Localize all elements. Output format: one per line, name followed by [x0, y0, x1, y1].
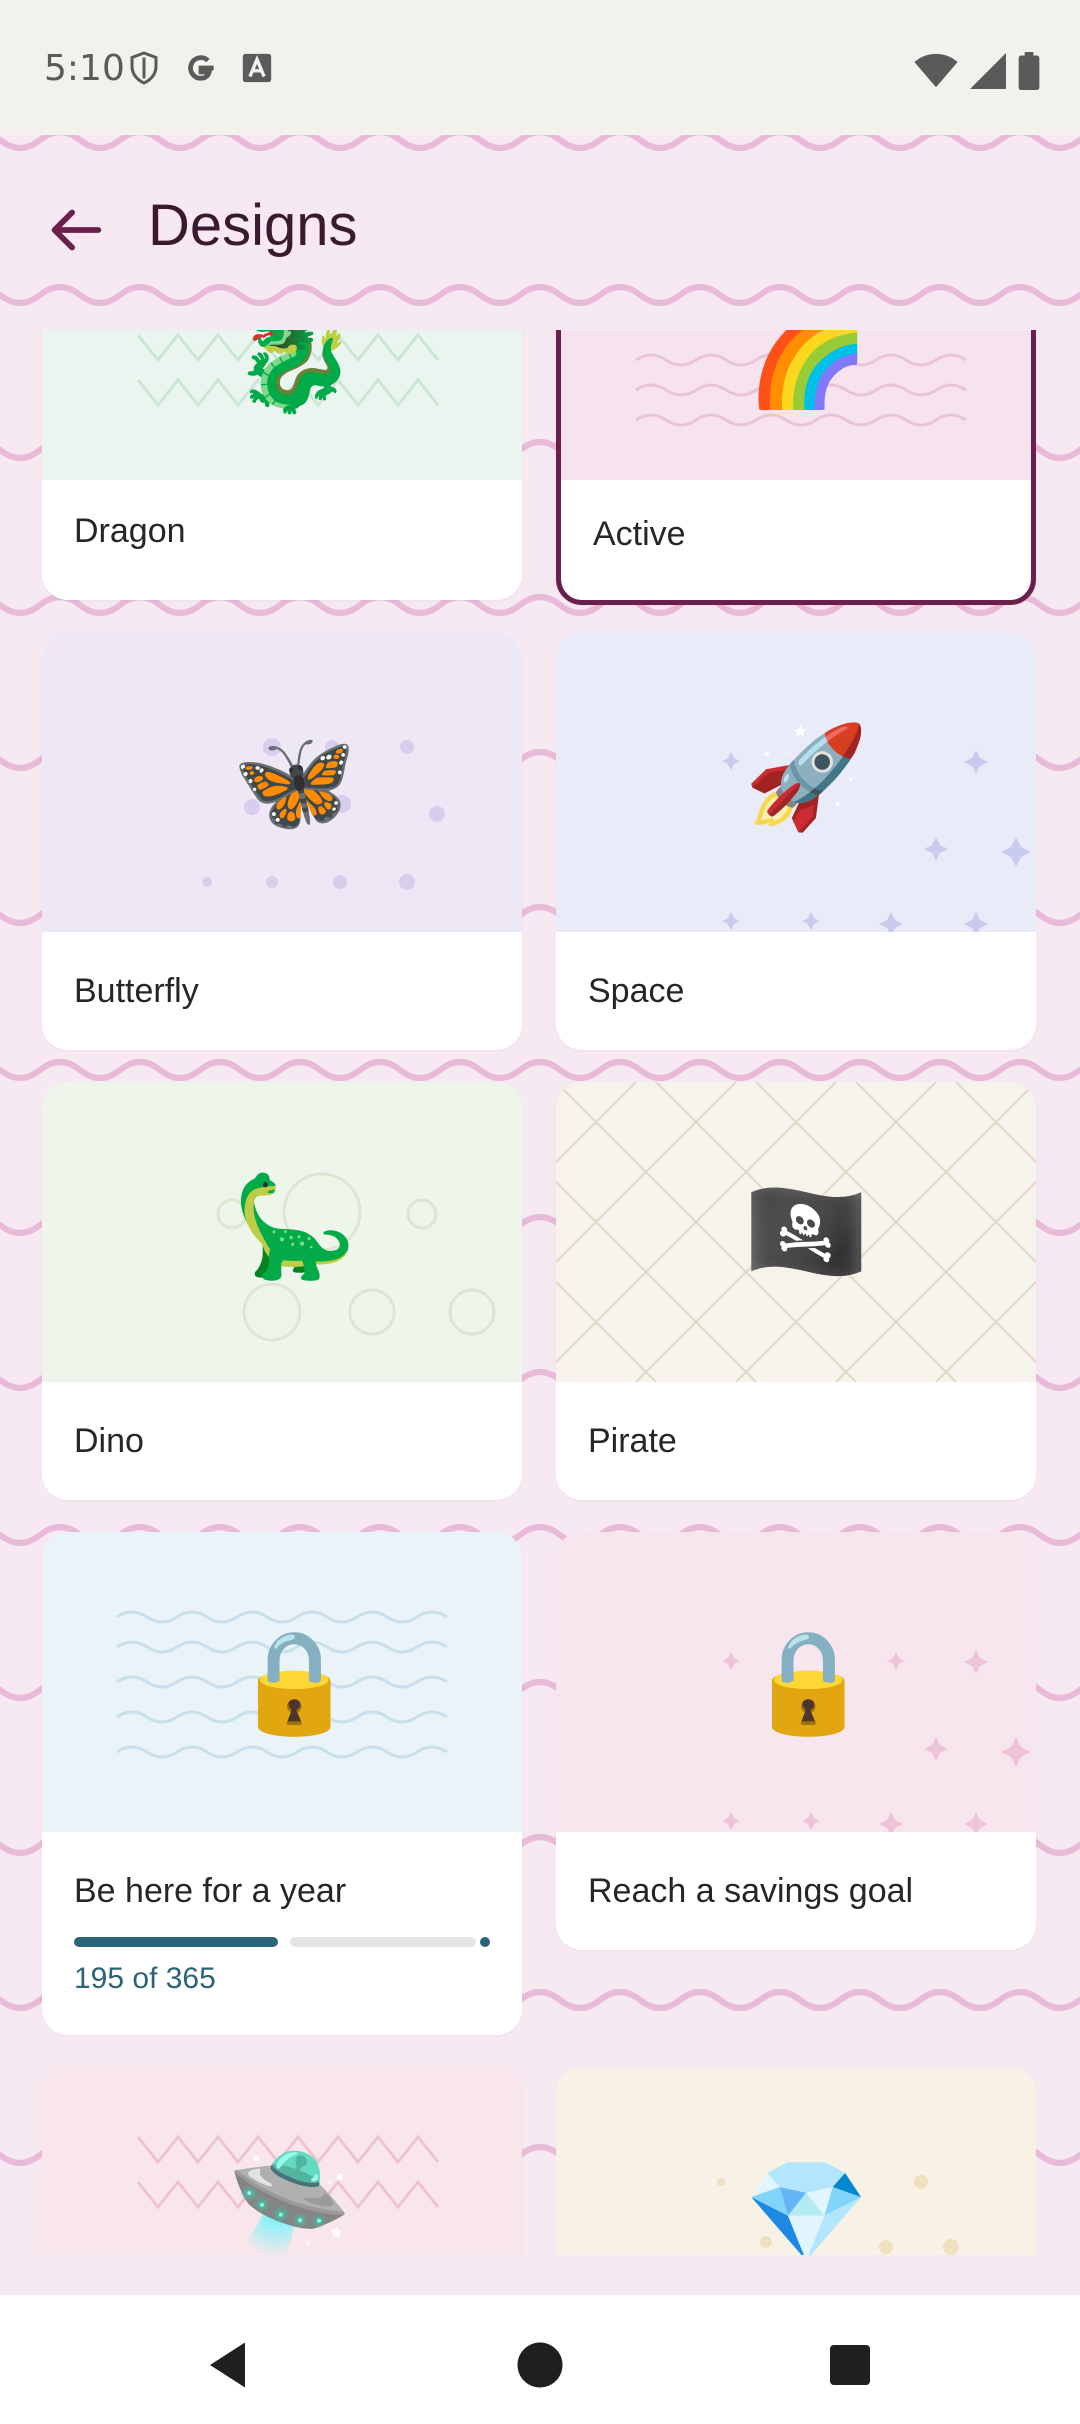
- nav-home-button[interactable]: [510, 2335, 570, 2395]
- progress-end-dot: [480, 1937, 490, 1947]
- card-art: 🦋: [42, 632, 522, 932]
- card-label: Butterfly: [74, 972, 199, 1010]
- top-app-bar: Designs: [0, 150, 1080, 300]
- rocket-icon: 🚀: [744, 718, 869, 835]
- system-navigation-bar: [0, 2295, 1080, 2424]
- status-time: 5:10: [44, 48, 125, 89]
- card-art: 🌈: [561, 330, 1031, 480]
- arrow-back-icon: [51, 209, 102, 251]
- card-art: 🚀: [556, 632, 1036, 932]
- card-label: Active: [593, 515, 686, 553]
- pirate-flag-icon: 🏴‍☠️: [744, 1173, 869, 1290]
- card-art: 🔒: [42, 1532, 522, 1832]
- lock-icon: 🔒: [232, 1623, 357, 1740]
- design-card-dragon[interactable]: 🐉 Dragon: [42, 330, 522, 600]
- rainbow-icon: 🌈: [746, 330, 871, 413]
- design-card-locked-savings[interactable]: 🔒 Reach a savings goal: [556, 1532, 1036, 1950]
- designs-grid-scroll[interactable]: 🐉 Dragon 🌈 Active 🦋 Butterfly 🚀 Space 🦕 …: [0, 330, 1080, 2255]
- card-label: Pirate: [588, 1422, 677, 1460]
- page-title: Designs: [148, 193, 358, 258]
- card-label: Dragon: [74, 512, 186, 550]
- status-bar: 5:10: [0, 0, 1080, 135]
- progress-bar: [74, 1937, 490, 1947]
- card-art: 🏴‍☠️: [556, 1082, 1036, 1382]
- card-art: 🛸: [42, 2067, 522, 2255]
- design-card-butterfly[interactable]: 🦋 Butterfly: [42, 632, 522, 1050]
- shield-icon: [130, 51, 158, 85]
- card-label: Be here for a year: [74, 1872, 347, 1910]
- nav-recents-button[interactable]: [820, 2335, 880, 2395]
- circle-home-icon: [517, 2342, 563, 2388]
- battery-icon: [1018, 52, 1040, 90]
- lock-icon: 🔒: [746, 1623, 871, 1740]
- design-card-gem[interactable]: 💎: [556, 2067, 1036, 2255]
- design-card-ufo[interactable]: 🛸: [42, 2067, 522, 2255]
- card-label: Dino: [74, 1422, 144, 1460]
- wifi-icon: [914, 53, 958, 88]
- back-button[interactable]: [40, 195, 110, 265]
- cell-signal-icon: [970, 53, 1006, 89]
- card-label: Reach a savings goal: [588, 1872, 914, 1910]
- card-art: 🐉: [42, 330, 522, 480]
- card-art: 🦕: [42, 1082, 522, 1382]
- text-badge-icon: [242, 53, 272, 83]
- square-recents-icon: [830, 2345, 870, 2385]
- progress-track: [290, 1937, 476, 1947]
- gem-icon: 💎: [744, 2153, 869, 2256]
- card-label: Space: [588, 972, 685, 1010]
- google-icon: [188, 55, 214, 81]
- butterfly-icon: 🦋: [232, 723, 357, 840]
- design-card-dino[interactable]: 🦕 Dino: [42, 1082, 522, 1500]
- design-card-active[interactable]: 🌈 Active: [556, 330, 1036, 605]
- progress-text: 195 of 365: [74, 1962, 216, 1995]
- nav-back-button[interactable]: [200, 2335, 260, 2395]
- design-card-pirate[interactable]: 🏴‍☠️ Pirate: [556, 1082, 1036, 1500]
- card-art: 🔒: [556, 1532, 1036, 1832]
- design-card-locked-year[interactable]: 🔒 Be here for a year 195 of 365: [42, 1532, 522, 2035]
- progress-fill: [74, 1937, 278, 1947]
- card-art: 💎: [556, 2067, 1036, 2255]
- design-card-space[interactable]: 🚀 Space: [556, 632, 1036, 1050]
- triangle-back-icon: [210, 2342, 245, 2388]
- dinosaur-icon: 🦕: [232, 1168, 357, 1285]
- ufo-icon: 🛸: [227, 2143, 352, 2255]
- dragon-icon: 🐉: [232, 330, 357, 418]
